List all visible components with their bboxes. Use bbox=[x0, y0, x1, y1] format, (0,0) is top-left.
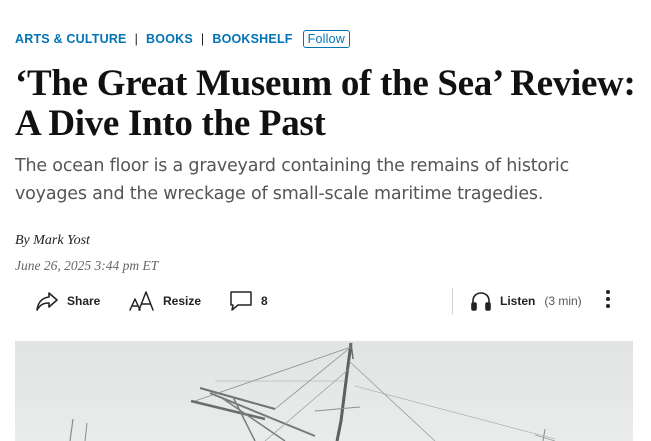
breadcrumb-bookshelf[interactable]: BOOKSHELF bbox=[212, 32, 292, 46]
listen-duration: (3 min) bbox=[544, 294, 582, 308]
breadcrumb-books[interactable]: BOOKS bbox=[146, 32, 193, 46]
breadcrumb-arts-culture[interactable]: ARTS & CULTURE bbox=[15, 32, 127, 46]
article-headline: ‘The Great Museum of the Sea’ Review: A … bbox=[15, 63, 636, 144]
follow-button[interactable]: Follow bbox=[302, 30, 350, 48]
breadcrumb-separator: | bbox=[200, 32, 205, 46]
share-arrow-icon bbox=[35, 290, 59, 312]
listen-label: Listen bbox=[500, 294, 536, 308]
breadcrumb-separator: | bbox=[134, 32, 139, 46]
share-label: Share bbox=[67, 294, 101, 308]
byline-prefix: By bbox=[15, 233, 30, 248]
byline: By Mark Yost bbox=[15, 233, 90, 249]
comments-button[interactable]: 8 bbox=[229, 284, 268, 318]
text-resize-icon bbox=[129, 290, 155, 312]
article-dek: The ocean floor is a graveyard containin… bbox=[15, 156, 569, 204]
author-link[interactable]: Mark Yost bbox=[33, 233, 90, 248]
hero-image bbox=[15, 341, 633, 441]
vertical-ellipsis-icon bbox=[605, 288, 611, 315]
comment-count: 8 bbox=[261, 294, 268, 308]
article-toolbar: Share Resize 8 Listen (3 min) bbox=[15, 284, 633, 318]
breadcrumb: ARTS & CULTURE | BOOKS | BOOKSHELF Follo… bbox=[15, 28, 350, 50]
headphones-icon bbox=[470, 290, 492, 312]
resize-label: Resize bbox=[163, 294, 202, 308]
share-button[interactable]: Share bbox=[35, 284, 100, 318]
ship-mast-illustration bbox=[15, 341, 633, 441]
comment-bubble-icon bbox=[229, 290, 253, 312]
more-options-button[interactable] bbox=[599, 284, 617, 318]
resize-button[interactable]: Resize bbox=[129, 284, 201, 318]
article-timestamp: June 26, 2025 3:44 pm ET bbox=[15, 258, 159, 273]
listen-button[interactable]: Listen (3 min) bbox=[470, 284, 582, 318]
toolbar-divider bbox=[452, 288, 453, 314]
